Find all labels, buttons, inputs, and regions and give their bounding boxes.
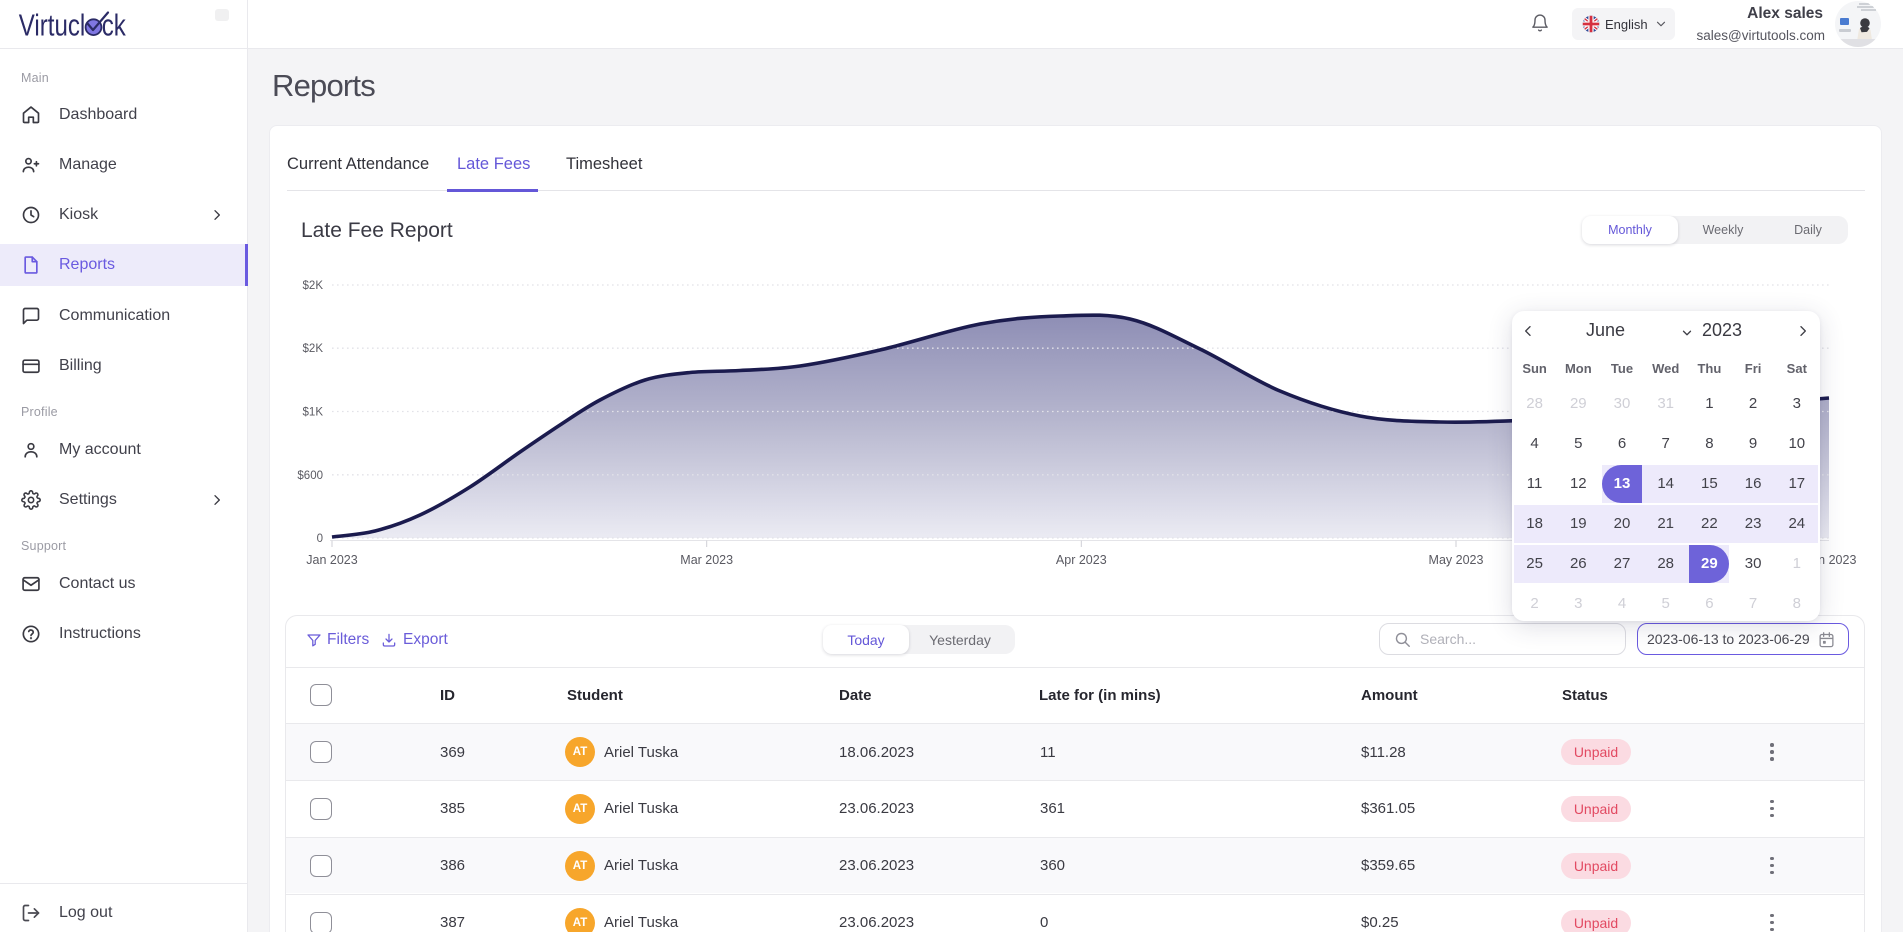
svg-text:ck: ck [102,7,126,42]
svg-text:$2K: $2K [303,343,324,355]
svg-text:$1K: $1K [303,407,324,419]
svg-text:Mar 2023: Mar 2023 [680,553,733,567]
svg-text:Jan 2023: Jan 2023 [306,553,357,567]
svg-text:0: 0 [317,533,323,545]
svg-text:$2K: $2K [303,280,324,292]
svg-text:May 2023: May 2023 [1429,553,1484,567]
svg-text:Apr 2023: Apr 2023 [1056,553,1107,567]
svg-text:Virtucl: Virtucl [19,7,85,42]
svg-text:$600: $600 [297,470,323,482]
